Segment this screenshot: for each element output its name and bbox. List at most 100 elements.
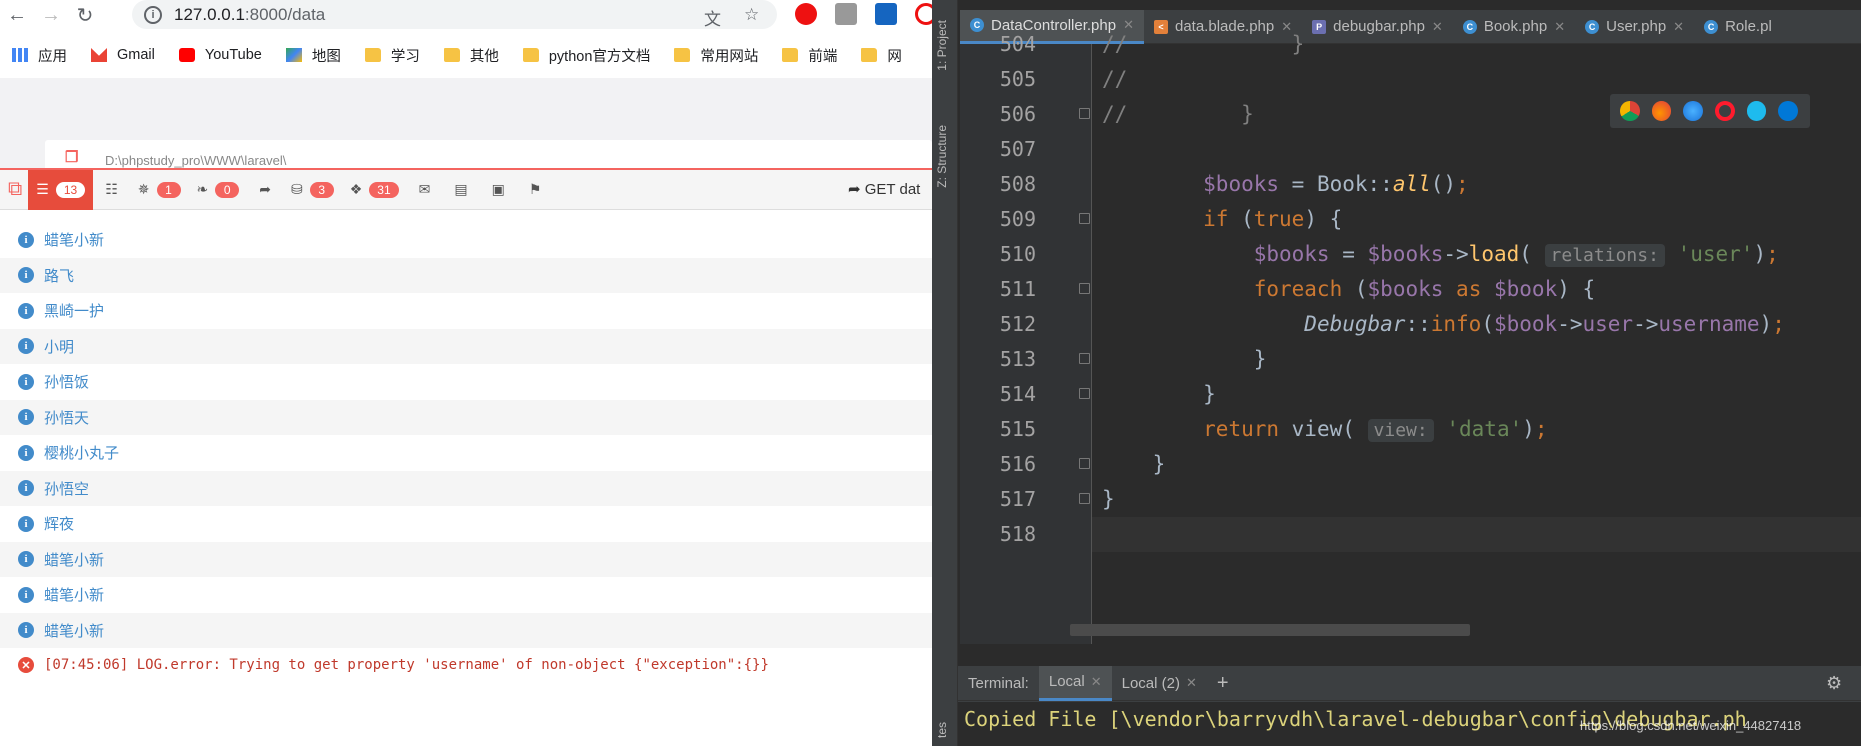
bookmark-folder[interactable]: python官方文档 (522, 45, 650, 66)
info-icon: i (18, 622, 34, 639)
bookmark-folder[interactable]: 学习 (364, 45, 420, 66)
inbox-icon: ✉ (418, 181, 431, 197)
list-item[interactable]: i 蜡笔小新 (0, 222, 932, 258)
tab-timeline[interactable]: ☷ (93, 170, 130, 210)
tab-user[interactable]: C User.php ✕ (1575, 10, 1694, 44)
edge-icon[interactable] (1778, 101, 1798, 121)
list-item[interactable]: i 孙悟饭 (0, 364, 932, 400)
reload-icon[interactable]: ↻ (68, 0, 102, 30)
code-line[interactable]: } (1102, 342, 1267, 377)
terminal-tab-local-2[interactable]: Local (2) ✕ (1112, 666, 1207, 701)
tab-queries[interactable]: ⛁ 3 (283, 170, 342, 210)
code-editor[interactable]: // } // // } $books = Book::all(); if (t… (1092, 32, 1861, 644)
tab-views[interactable]: ❧ 0 (189, 170, 248, 210)
screen: ← → ↻ i 127.0.0.1:8000/data 文 ☆ 应用 Gmail… (0, 0, 1861, 746)
code-line[interactable]: // (1102, 62, 1127, 97)
extension-icon[interactable] (915, 3, 932, 25)
code-line[interactable]: // } (1102, 27, 1304, 62)
list-item[interactable]: i 孙悟空 (0, 470, 932, 506)
fold-marker-icon[interactable] (1079, 283, 1090, 294)
close-icon[interactable]: ✕ (1091, 674, 1102, 690)
page-header: ❒ D:\phpstudy_pro\WWW\laravel\ (45, 140, 932, 170)
bookmark-maps[interactable]: 地图 (285, 45, 341, 66)
bookmark-folder[interactable]: 网 (861, 45, 902, 66)
star-icon[interactable]: ☆ (744, 5, 759, 25)
list-item[interactable]: i 樱桃小丸子 (0, 435, 932, 471)
close-icon[interactable]: ✕ (1186, 675, 1197, 691)
project-tool-button[interactable]: 1: Project (935, 20, 949, 71)
list-item[interactable]: i 蜡笔小新 (0, 612, 932, 648)
code-line[interactable]: Debugbar::info($book->user->username); (1102, 307, 1785, 342)
code-line[interactable]: $books = $books->load( relations: 'user'… (1102, 237, 1779, 272)
extension-icon[interactable] (795, 3, 817, 25)
tab-debugbar[interactable]: Pdebugbar.php ✕ (1302, 10, 1453, 44)
tab-messages[interactable]: ☰ 13 (28, 169, 94, 210)
fold-marker-icon[interactable] (1079, 388, 1090, 399)
code-line[interactable]: } (1102, 447, 1166, 482)
list-item[interactable]: i 路飞 (0, 257, 932, 293)
error-log-item[interactable]: ✕ [07:45:06] LOG.error: Trying to get pro… (18, 657, 769, 673)
bookmark-folder[interactable]: 前端 (782, 45, 837, 66)
fold-marker-icon[interactable] (1079, 213, 1090, 224)
code-line[interactable]: } (1102, 377, 1216, 412)
forward-icon[interactable]: → (34, 0, 68, 30)
code-line[interactable]: if (true) { (1102, 202, 1342, 237)
tab-route[interactable]: ➦ (247, 170, 283, 210)
chrome-icon[interactable] (1620, 101, 1640, 121)
bookmark-youtube[interactable]: YouTube (178, 47, 262, 63)
code-line[interactable]: // } (1102, 97, 1254, 132)
code-line[interactable]: return view( view: 'data'); (1102, 412, 1548, 447)
bookmark-apps[interactable]: 应用 (12, 45, 67, 66)
close-icon[interactable]: ✕ (1432, 19, 1443, 35)
share-icon: ➦ (259, 181, 271, 197)
tab-book[interactable]: C Book.php ✕ (1453, 10, 1575, 44)
code-line[interactable]: $books = Book::all(); (1102, 167, 1469, 202)
list-item[interactable]: i 孙悟天 (0, 399, 932, 435)
bookmark-gmail[interactable]: Gmail (91, 47, 155, 63)
new-terminal-button[interactable]: + (1217, 672, 1229, 695)
tab-mails[interactable]: ✉ (407, 170, 443, 210)
terminal-panel: Terminal: Local ✕ Local (2) ✕ + ⚙ Copied F… (958, 665, 1861, 746)
list-item[interactable]: i 蜡笔小新 (0, 541, 932, 577)
bottom-tool-button[interactable]: tes (935, 722, 949, 738)
fold-marker-icon[interactable] (1079, 108, 1090, 119)
fold-marker-icon[interactable] (1079, 458, 1090, 469)
back-icon[interactable]: ← (0, 0, 34, 30)
opera-icon[interactable] (1714, 101, 1735, 121)
debugbar-toolbar: ⧉ ☰ 13 ☷ ✵ 1 ❧ 0 ➦ ⛁ 3 ❖ 31 ✉ ▤ ▣ ⚑ (0, 168, 932, 210)
bookmark-folder[interactable]: 常用网站 (674, 45, 758, 66)
close-icon[interactable]: ✕ (1673, 19, 1684, 35)
debugbar-logo-icon[interactable]: ⧉ (0, 170, 28, 210)
bookmark-folder[interactable]: 其他 (443, 45, 499, 66)
list-item[interactable]: i 辉夜 (0, 506, 932, 542)
tab-models[interactable]: ❖ 31 (342, 170, 407, 210)
structure-tool-button[interactable]: Z: Structure (935, 125, 949, 188)
open-in-browser-popup (1610, 94, 1810, 128)
tab-role[interactable]: C Role.pl (1694, 10, 1782, 44)
translate-icon[interactable]: 文 (704, 5, 721, 30)
url-text[interactable]: 127.0.0.1:8000/data (174, 5, 325, 25)
extension-icon[interactable] (875, 3, 897, 25)
tab-request[interactable]: ▤ (442, 170, 479, 210)
ie-icon[interactable] (1746, 101, 1767, 121)
request-method-label[interactable]: ➦ GET dat (848, 180, 920, 198)
safari-icon[interactable] (1683, 101, 1703, 121)
horizontal-scrollbar[interactable] (1070, 624, 1470, 636)
close-icon[interactable]: ✕ (1554, 19, 1565, 35)
firefox-icon[interactable] (1651, 101, 1672, 121)
list-item[interactable]: i 小明 (0, 328, 932, 364)
fold-marker-icon[interactable] (1079, 493, 1090, 504)
tab-exceptions[interactable]: ✵ 1 (130, 170, 189, 210)
tab-session[interactable]: ▣ (480, 170, 517, 210)
fold-marker-icon[interactable] (1079, 353, 1090, 364)
list-item[interactable]: i 黑崎一护 (0, 293, 932, 329)
list-item[interactable]: i 蜡笔小新 (0, 577, 932, 613)
extension-icon[interactable] (835, 3, 857, 25)
url-bar[interactable]: i 127.0.0.1:8000/data 文 ☆ (132, 0, 777, 29)
code-line[interactable]: } (1102, 482, 1115, 517)
gear-icon[interactable]: ⚙ (1826, 673, 1842, 694)
info-icon[interactable]: i (144, 5, 162, 24)
code-line[interactable]: foreach ($books as $book) { (1102, 272, 1595, 307)
terminal-tab-local[interactable]: Local ✕ (1038, 665, 1112, 701)
tab-tags[interactable]: ⚑ (517, 170, 554, 210)
